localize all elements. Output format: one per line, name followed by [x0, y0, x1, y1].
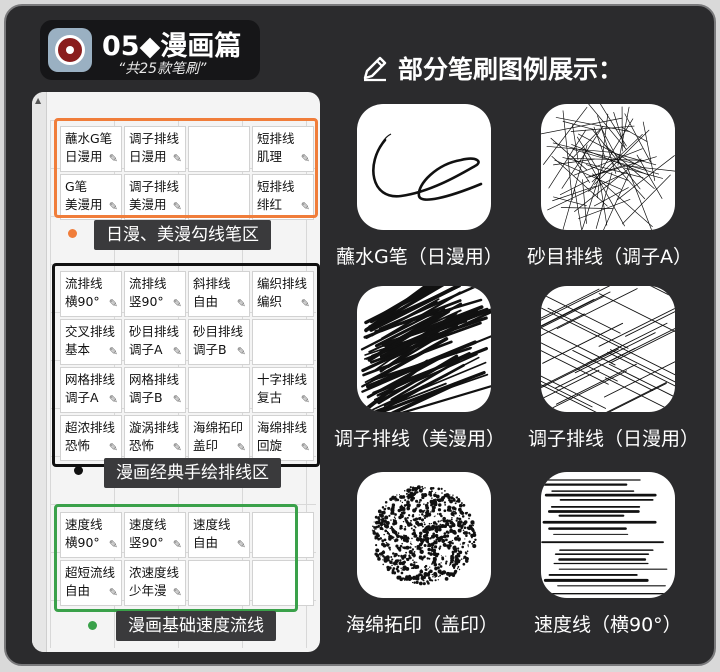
sample-label-ink-curve: 蘸水G笔（日漫用） [336, 246, 503, 268]
section-tag-hatching: 漫画经典手绘排线区 [104, 458, 281, 488]
section-frame-lineart [54, 118, 318, 218]
sample-fine-hatch [541, 286, 675, 412]
showcase-heading-text: 部分笔刷图例展示： [398, 55, 624, 84]
sample-dense-hatch [357, 286, 491, 412]
section-tag-speedlines: 漫画基础速度流线 [116, 611, 276, 641]
section-frame-hatching [52, 263, 320, 467]
app-logo-icon [48, 28, 92, 72]
page-subtitle: “共25款笔刷” [118, 61, 207, 77]
scroll-up-arrow-icon[interactable]: ▲ [35, 96, 41, 105]
sample-label-cross-hatch: 砂目排线（调子A） [527, 246, 692, 268]
section-frame-speedlines [54, 504, 298, 612]
sample-label-speed-lines: 速度线（横90°） [534, 614, 682, 636]
fine-hatch-strokes-icon [541, 286, 675, 412]
sponge-stamp-texture-icon [371, 485, 477, 586]
sample-sponge-stamp [357, 472, 491, 598]
speed-lines-icon [541, 479, 675, 595]
ink-curve-stroke-icon [372, 133, 483, 201]
sample-label-fine-hatch: 调子排线（日漫用） [528, 428, 700, 450]
scrollbar[interactable]: ▲ [32, 92, 47, 652]
sample-ink-curve [357, 104, 491, 230]
sample-label-sponge-stamp: 海绵拓印（盖印） [346, 614, 499, 636]
sample-speed-lines [541, 472, 675, 598]
showcase-heading: 部分笔刷图例展示： [360, 50, 623, 86]
section-tag-lineart: 日漫、美漫勾线笔区 [94, 220, 271, 250]
sample-cross-hatch [541, 104, 675, 230]
section-dot-hatching [74, 466, 83, 475]
title-badge: 05◆漫画篇 “共25款笔刷” [40, 20, 260, 80]
sample-label-dense-hatch: 调子排线（美漫用） [334, 428, 506, 450]
cross-hatch-texture-icon [541, 104, 675, 230]
dense-hatch-strokes-icon [360, 286, 491, 412]
section-dot-speedlines [88, 621, 97, 630]
section-dot-lineart [68, 229, 77, 238]
pencil-icon [363, 56, 387, 82]
